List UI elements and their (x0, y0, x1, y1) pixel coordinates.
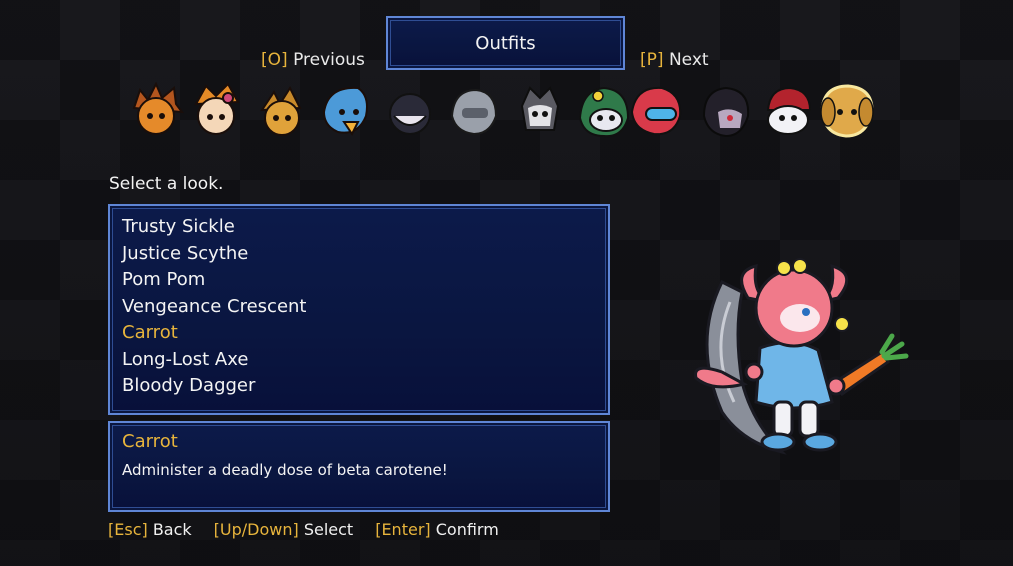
confirm-label: Confirm (435, 520, 499, 539)
back-control[interactable]: [Esc] Back (108, 520, 192, 539)
select-label: Select (303, 520, 354, 539)
portrait-green-hood[interactable] (576, 82, 632, 140)
select-control[interactable]: [Up/Down] Select (214, 520, 354, 539)
description-title: Carrot (122, 431, 178, 452)
outfit-item[interactable]: Justice Scythe (122, 243, 248, 264)
character-portraits-row (128, 82, 888, 144)
character-preview (694, 258, 909, 455)
outfit-item[interactable]: Long-Lost Axe (122, 349, 248, 370)
outfit-list: Trusty Sickle Justice Scythe Pom Pom Ven… (108, 204, 610, 415)
portrait-blue-bird[interactable] (318, 82, 374, 140)
previous-label: Previous (293, 50, 365, 70)
portrait-dark-hair[interactable] (382, 82, 438, 140)
portrait-tan-fox[interactable] (254, 82, 310, 140)
portrait-gray-helmet[interactable] (446, 82, 502, 140)
previous-key: [O] (261, 50, 288, 70)
description-text: Administer a deadly dose of beta caroten… (122, 461, 448, 479)
page-title: Outfits (475, 32, 536, 54)
outfit-item[interactable]: Vengeance Crescent (122, 296, 307, 317)
next-key: [P] (640, 50, 664, 70)
portrait-red-cap[interactable] (760, 82, 816, 140)
portrait-skull-mask[interactable] (512, 82, 568, 140)
portrait-black-hair[interactable] (698, 82, 754, 140)
back-label: Back (152, 520, 192, 539)
outfit-item-selected[interactable]: Carrot (122, 322, 178, 343)
outfit-description-panel: Carrot Administer a deadly dose of beta … (108, 421, 610, 512)
confirm-control[interactable]: [Enter] Confirm (375, 520, 499, 539)
back-key: [Esc] (108, 520, 148, 539)
select-key: [Up/Down] (213, 520, 299, 539)
controls-footer: [Esc] Back [Up/Down] Select [Enter] Conf… (108, 520, 499, 539)
portrait-brown-spiky[interactable] (128, 82, 184, 140)
outfit-item[interactable]: Trusty Sickle (122, 216, 235, 237)
portrait-orange-goggles[interactable] (188, 82, 244, 140)
outfit-item[interactable]: Pom Pom (122, 269, 205, 290)
outfits-title-panel: Outfits (386, 16, 625, 70)
confirm-key: [Enter] (375, 520, 431, 539)
next-hint[interactable]: [P] Next (640, 50, 709, 70)
select-prompt: Select a look. (109, 174, 224, 194)
next-label: Next (668, 50, 709, 70)
portrait-golden-dog[interactable] (818, 82, 874, 140)
previous-hint[interactable]: [O] Previous (261, 50, 365, 70)
portrait-red-tech[interactable] (628, 82, 684, 140)
outfit-item[interactable]: Bloody Dagger (122, 375, 255, 396)
